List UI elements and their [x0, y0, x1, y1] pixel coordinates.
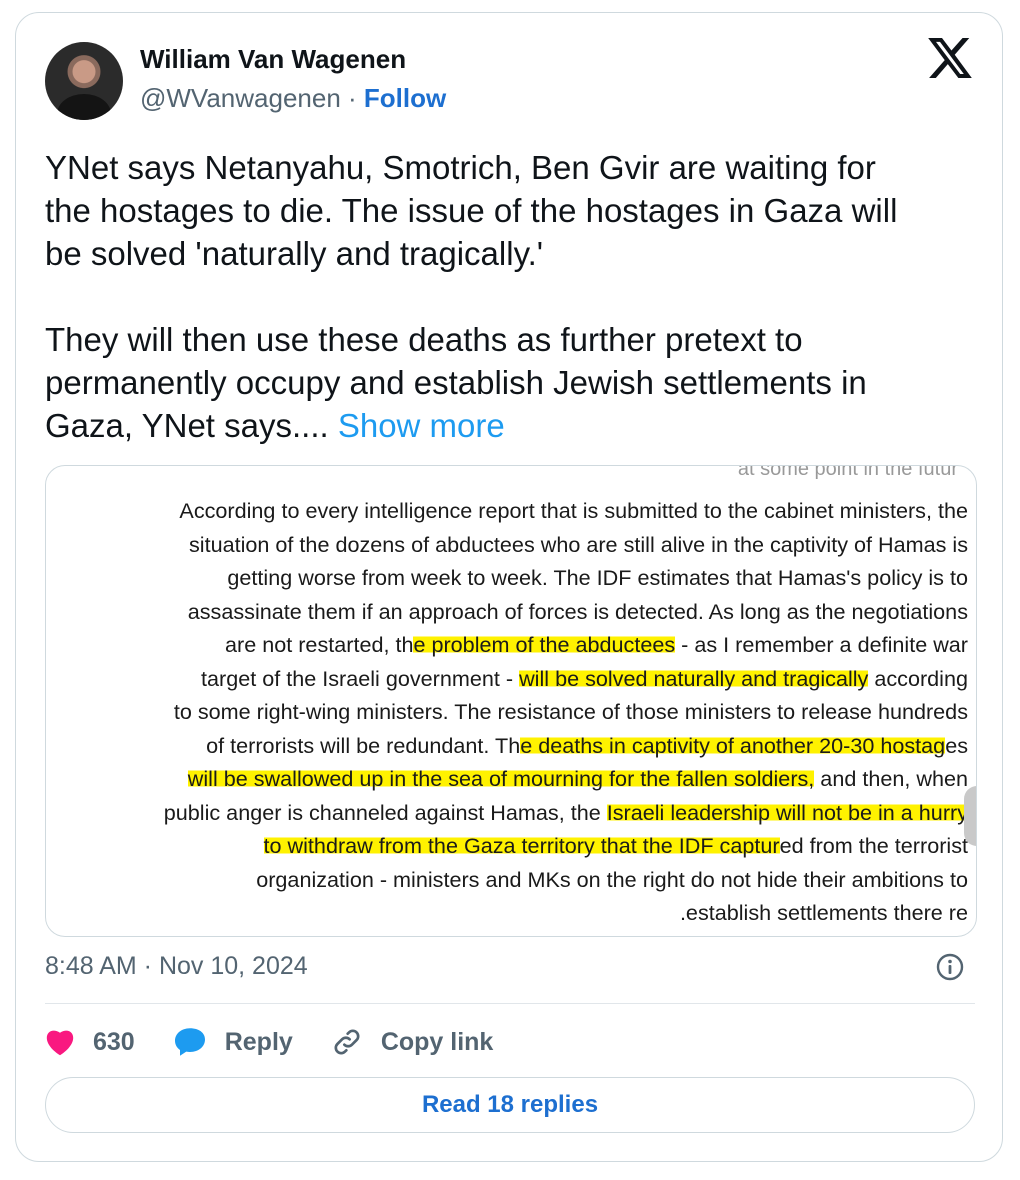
divider: [45, 1003, 975, 1004]
excerpt-text: es: [945, 732, 968, 758]
highlighted-text: will be swallowed up in the sea of mourn…: [187, 766, 815, 791]
excerpt-text: according: [868, 665, 968, 691]
follow-button[interactable]: Follow: [364, 83, 446, 113]
like-button[interactable]: 630: [45, 1028, 135, 1057]
excerpt-text: are not restarted, th: [225, 632, 414, 657]
excerpt-text: assassinate them if an approach of force…: [187, 598, 968, 624]
excerpt-text: to some right-wing ministers. The resist…: [173, 699, 968, 724]
cropped-text-line: at some point in the futur: [737, 465, 958, 480]
author-name[interactable]: William Van Wagenen: [140, 44, 406, 75]
tweet-timestamp[interactable]: 8:48 AM · Nov 10, 2024: [45, 952, 308, 981]
excerpt-line: to withdraw from the Gaza territory that…: [68, 829, 968, 863]
excerpt-line: organization - ministers and MKs on the …: [68, 863, 968, 897]
excerpt-line: According to every intelligence report t…: [68, 494, 968, 528]
excerpt-line: .establish settlements there re: [68, 896, 968, 930]
excerpt-line: target of the Israeli government - will …: [68, 662, 968, 696]
excerpt-text: According to every intelligence report t…: [179, 498, 968, 523]
excerpt-text: ed from the terrorist: [779, 833, 968, 858]
tweet-media-image[interactable]: at some point in the futur According to …: [45, 465, 977, 937]
copy-link-label: Copy link: [380, 1027, 494, 1056]
x-logo-icon[interactable]: [928, 38, 972, 78]
read-replies-button[interactable]: Read 18 replies: [45, 1077, 975, 1133]
excerpt-line: assassinate them if an approach of force…: [68, 595, 968, 629]
excerpt-text: situation of the dozens of abductees who…: [189, 531, 968, 557]
author-handle[interactable]: @WVanwagenen: [140, 83, 341, 113]
excerpt-line: public anger is channeled against Hamas,…: [68, 796, 968, 830]
excerpt-text: public anger is channeled against Hamas,…: [163, 799, 607, 825]
copy-link-button[interactable]: Copy link: [331, 1026, 494, 1058]
excerpt-line: are not restarted, the problem of the ab…: [68, 628, 968, 662]
reply-bubble-icon: [174, 1028, 205, 1056]
excerpt-line: of terrorists will be redundant. The dea…: [68, 729, 968, 763]
reply-label: Reply: [224, 1027, 293, 1056]
heart-icon: [46, 1030, 74, 1056]
excerpt-line: getting worse from week to week. The IDF…: [68, 561, 968, 595]
handle-separator: ·: [340, 83, 364, 113]
excerpt-text: organization - ministers and MKs on the …: [256, 866, 968, 892]
excerpt-text: target of the Israeli government -: [201, 665, 520, 691]
highlighted-text: will be solved naturally and tragically: [519, 665, 869, 691]
excerpt-text: and then, when: [814, 766, 968, 791]
link-icon: [334, 1029, 360, 1055]
avatar[interactable]: [45, 42, 123, 120]
highlighted-text: to withdraw from the Gaza territory that…: [263, 833, 780, 858]
media-scroll-handle[interactable]: [964, 786, 976, 846]
highlighted-text: e problem of the abductees: [413, 632, 676, 657]
excerpt-line: to some right-wing ministers. The resist…: [68, 695, 968, 729]
like-count: 630: [93, 1027, 135, 1056]
info-icon[interactable]: [936, 953, 964, 981]
excerpt-text: .establish settlements there re: [679, 900, 968, 925]
excerpt-text: getting worse from week to week. The IDF…: [227, 565, 968, 590]
tweet-body: YNet says Netanyahu, Smotrich, Ben Gvir …: [45, 149, 898, 444]
excerpt-line: situation of the dozens of abductees who…: [68, 528, 968, 562]
excerpt-text: of terrorists will be redundant. Th: [206, 732, 521, 758]
reply-button[interactable]: Reply: [173, 1027, 293, 1057]
author-handle-row: @WVanwagenen · Follow: [140, 83, 446, 114]
action-bar: 630 Reply Copy link: [45, 1022, 531, 1062]
excerpt-text: - as I remember a definite war: [675, 632, 968, 657]
highlighted-text: e deaths in captivity of another 20-30 h…: [520, 732, 946, 758]
highlighted-text: Israeli leadership will not be in a hurr…: [606, 799, 968, 825]
excerpt-line: will be swallowed up in the sea of mourn…: [68, 762, 968, 796]
show-more-link[interactable]: Show more: [338, 407, 505, 444]
article-excerpt: According to every intelligence report t…: [68, 494, 968, 930]
tweet-text: YNet says Netanyahu, Smotrich, Ben Gvir …: [45, 146, 975, 447]
